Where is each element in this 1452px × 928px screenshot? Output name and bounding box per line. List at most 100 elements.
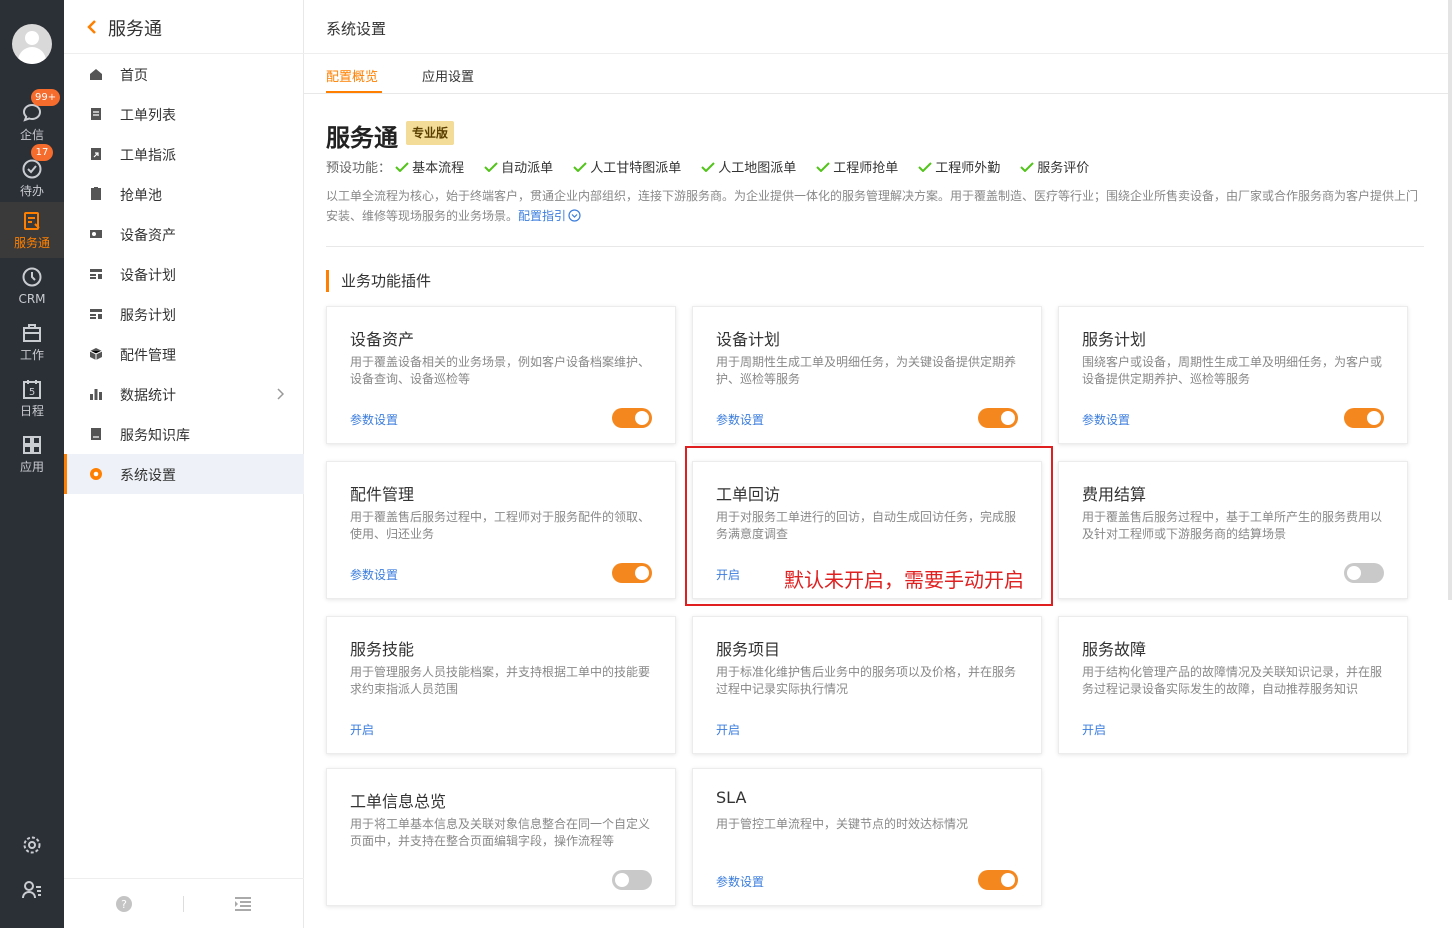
sidebar-item-service-plan[interactable]: 服务计划 bbox=[64, 294, 304, 334]
sidebar-item-label: 设备计划 bbox=[120, 268, 176, 284]
chevron-left-icon[interactable] bbox=[86, 18, 98, 36]
tab-bar: 配置概览 应用设置 bbox=[304, 54, 1452, 94]
annotation-text: 默认未开启，需要手动开启 bbox=[784, 568, 1024, 592]
plugin-toggle[interactable] bbox=[612, 870, 652, 890]
user-avatar[interactable] bbox=[12, 24, 52, 64]
preset-features: 预设功能： 基本流程 自动派单 人工甘特图派单 人工地图派单 工程师抢单 工程师外勤 服务评… bbox=[326, 157, 1109, 176]
sidebar-item-pool[interactable]: 抢单池 bbox=[64, 174, 304, 214]
sidebar-item-parts-box[interactable]: 配件管理 bbox=[64, 334, 304, 374]
param-settings-link[interactable]: 参数设置 bbox=[716, 411, 764, 428]
sidebar-item-device-plan[interactable]: 设备计划 bbox=[64, 254, 304, 294]
param-settings-link[interactable]: 参数设置 bbox=[350, 411, 398, 428]
plugin-card: 费用结算 用于覆盖售后服务过程中，基于工单所产生的服务费用以及针对工程师或下游服务… bbox=[1058, 461, 1408, 599]
check-icon bbox=[701, 162, 715, 172]
enable-link[interactable]: 开启 bbox=[350, 721, 374, 738]
check-icon bbox=[395, 162, 409, 172]
plugin-card: 服务故障 用于结构化管理产品的故障情况及关联知识记录，并在服务过程记录设备实际发生… bbox=[1058, 616, 1408, 754]
features-prefix: 预设功能： bbox=[326, 161, 392, 176]
contacts-icon[interactable] bbox=[21, 879, 43, 901]
rail-item-crm[interactable]: CRM bbox=[0, 258, 64, 314]
plugin-description: 用于将工单基本信息及关联对象信息整合在同一个自定义页面中，并支持在整合页面编辑字… bbox=[350, 817, 651, 848]
collapse-menu-icon[interactable] bbox=[234, 896, 252, 912]
check-icon bbox=[816, 162, 830, 172]
plugin-title: SLA bbox=[716, 788, 747, 807]
plugin-description: 用于结构化管理产品的故障情况及关联知识记录，并在服务过程记录设备实际发生的故障，… bbox=[1082, 665, 1383, 696]
sidebar-item-bar-chart[interactable]: 数据统计 bbox=[64, 374, 304, 414]
feature-item: 基本流程 bbox=[395, 161, 464, 176]
sidebar-item-knowledge-book[interactable]: 服务知识库 bbox=[64, 414, 304, 454]
sidebar-title: 服务通 bbox=[108, 19, 162, 40]
feature-label: 工程师外勤 bbox=[935, 161, 1001, 176]
plugin-card: 配件管理 用于覆盖售后服务过程中，工程师对于服务配件的领取、使用、归还业务 参数设置 bbox=[326, 461, 676, 599]
page-header: 系统设置 bbox=[304, 0, 1452, 54]
plugin-toggle[interactable] bbox=[612, 563, 652, 583]
sidebar-item-label: 服务知识库 bbox=[120, 428, 190, 444]
param-settings-link[interactable]: 参数设置 bbox=[716, 873, 764, 890]
sidebar-item-label: 工单列表 bbox=[120, 108, 176, 124]
feature-item: 工程师抢单 bbox=[816, 161, 898, 176]
app-rail: 企信 99+ 待办 17 服务通 CRM 工作 5 日程 应用 bbox=[0, 0, 64, 928]
briefcase-icon bbox=[23, 324, 41, 342]
rail-item-todo[interactable]: 待办 17 bbox=[0, 144, 64, 206]
pool-icon bbox=[91, 187, 101, 200]
plugin-toggle[interactable] bbox=[978, 870, 1018, 890]
knowledge-book-icon bbox=[91, 428, 101, 440]
rail-label: 服务通 bbox=[13, 236, 50, 250]
edition-badge: 专业版 bbox=[406, 121, 455, 145]
plugin-title: 服务技能 bbox=[350, 640, 415, 659]
rail-item-service[interactable]: 服务通 bbox=[0, 202, 64, 258]
feature-label: 人工甘特图派单 bbox=[590, 161, 682, 176]
sidebar-item-home[interactable]: 首页 bbox=[64, 54, 304, 94]
sidebar-item-label: 首页 bbox=[120, 68, 148, 84]
settings-icon[interactable] bbox=[21, 834, 43, 856]
chevron-down-circle-icon bbox=[568, 209, 581, 222]
enable-link[interactable]: 开启 bbox=[1082, 721, 1106, 738]
param-settings-link[interactable]: 参数设置 bbox=[1082, 411, 1130, 428]
config-guide-link[interactable]: 配置指引 bbox=[518, 209, 581, 223]
plugin-toggle[interactable] bbox=[1344, 563, 1384, 583]
tab-config-overview[interactable]: 配置概览 bbox=[326, 66, 378, 85]
plugin-toggle[interactable] bbox=[1344, 408, 1384, 428]
feature-label: 人工地图派单 bbox=[718, 161, 797, 176]
feature-label: 自动派单 bbox=[501, 161, 554, 176]
sidebar-item-label: 配件管理 bbox=[120, 348, 176, 364]
check-icon bbox=[484, 162, 498, 172]
plugin-toggle[interactable] bbox=[978, 408, 1018, 428]
crm-clock-icon bbox=[22, 267, 42, 287]
plugin-card: SLA 用于管控工单流程中，关键节点的时效达标情况 参数设置 bbox=[692, 768, 1042, 906]
plugin-toggle[interactable] bbox=[612, 408, 652, 428]
plugin-title: 设备资产 bbox=[350, 330, 415, 349]
param-settings-link[interactable]: 参数设置 bbox=[350, 566, 398, 583]
sidebar-item-label: 数据统计 bbox=[120, 388, 176, 404]
plugin-title: 设备计划 bbox=[716, 330, 781, 349]
todo-check-icon bbox=[22, 159, 42, 179]
plugin-card: 服务项目 用于标准化维护售后业务中的服务项以及价格，并在服务过程中记录实际执行情况… bbox=[692, 616, 1042, 754]
rail-item-work[interactable]: 工作 bbox=[0, 314, 64, 370]
help-icon[interactable]: ? bbox=[115, 895, 133, 913]
sidebar-item-device-asset[interactable]: 设备资产 bbox=[64, 214, 304, 254]
scrollbar[interactable] bbox=[1448, 0, 1452, 600]
tab-app-settings[interactable]: 应用设置 bbox=[422, 66, 474, 85]
rail-label: 企信 bbox=[19, 128, 44, 142]
rail-item-chat[interactable]: 企信 99+ bbox=[0, 89, 64, 150]
plugin-description: 用于管理服务人员技能档案，并支持根据工单中的技能要求约束指派人员范围 bbox=[350, 665, 651, 696]
toggle-knob bbox=[1367, 411, 1381, 425]
rail-label: 待办 bbox=[19, 184, 44, 198]
plugin-title: 服务计划 bbox=[1082, 330, 1147, 349]
enable-link[interactable]: 开启 bbox=[716, 721, 740, 738]
sidebar-item-settings-gear[interactable]: 系统设置 bbox=[64, 454, 304, 494]
toggle-knob bbox=[635, 566, 649, 580]
feature-label: 基本流程 bbox=[412, 161, 465, 176]
plugin-card: 设备计划 用于周期性生成工单及明细任务，为关键设备提供定期养护、巡检等服务 参数设置 bbox=[692, 306, 1042, 444]
plugin-description: 用于覆盖售后服务过程中，工程师对于服务配件的领取、使用、归还业务 bbox=[350, 510, 651, 541]
config-guide-label: 配置指引 bbox=[518, 209, 567, 223]
sidebar-item-assign[interactable]: 工单指派 bbox=[64, 134, 304, 174]
sidebar-item-clipboard[interactable]: 工单列表 bbox=[64, 94, 304, 134]
rail-label: 应用 bbox=[19, 460, 44, 474]
svg-text:?: ? bbox=[121, 898, 127, 911]
plugin-description: 用于覆盖设备相关的业务场景，例如客户设备档案维护、设备查询、设备巡检等 bbox=[350, 355, 651, 386]
rail-item-calendar[interactable]: 5 日程 bbox=[0, 370, 64, 426]
clipboard-icon bbox=[91, 108, 101, 120]
rail-item-apps[interactable]: 应用 bbox=[0, 426, 64, 482]
toggle-knob bbox=[1001, 873, 1015, 887]
